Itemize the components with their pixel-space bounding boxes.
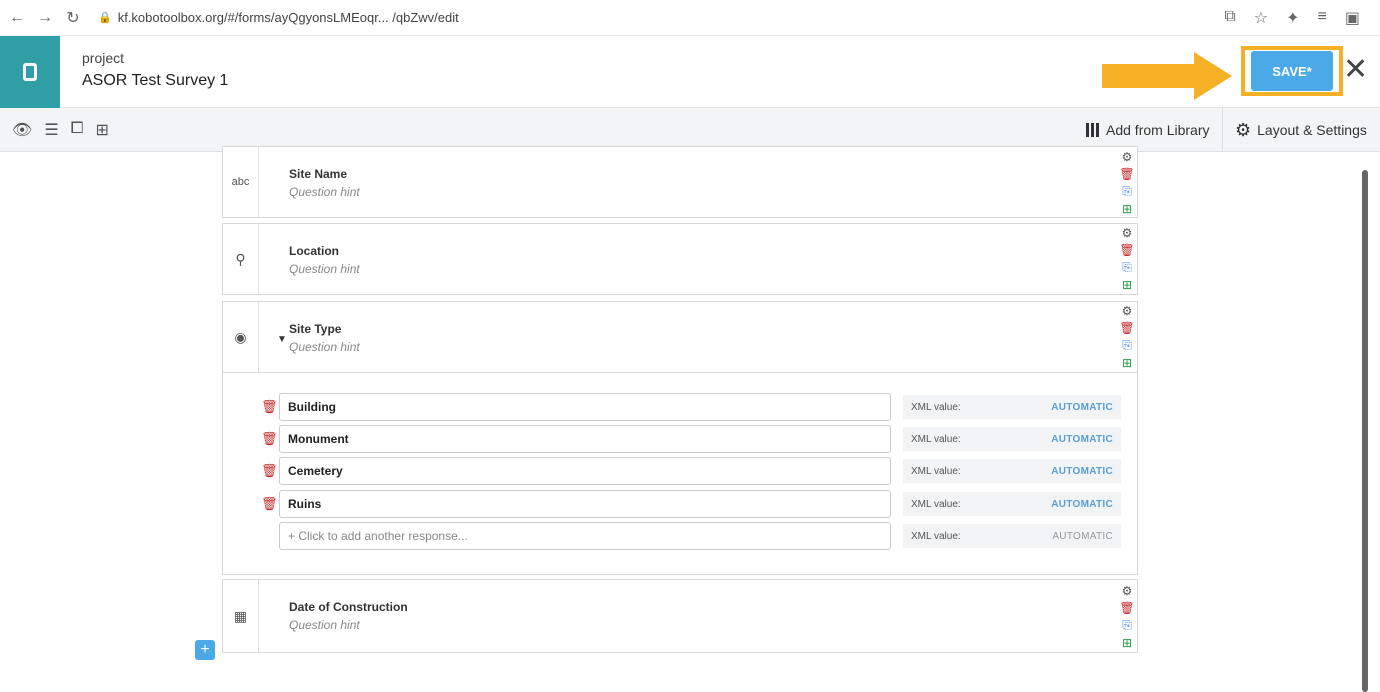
forward-icon[interactable]: →: [34, 9, 56, 27]
group-questions-icon[interactable]: ⧠: [71, 120, 84, 140]
address-bar[interactable]: 🔒 kf.kobotoolbox.org/#/forms/ayQgyonsLME…: [98, 10, 459, 25]
delete-choice-icon[interactable]: 🗑: [261, 431, 279, 447]
choice-label-input[interactable]: Ruins: [279, 490, 891, 518]
layout-settings-button[interactable]: ⚙ Layout & Settings: [1222, 108, 1367, 152]
question-label[interactable]: Location: [289, 244, 339, 258]
duplicate-icon[interactable]: ⎘: [1122, 618, 1132, 633]
calendar-icon: ▦: [223, 580, 259, 652]
project-label: project: [82, 50, 125, 66]
question-label[interactable]: Date of Construction: [289, 600, 408, 614]
back-icon[interactable]: ←: [6, 9, 28, 27]
arrow-annotation-icon: [1102, 52, 1232, 100]
delete-icon[interactable]: 🗑: [1119, 321, 1134, 335]
settings-gear-icon[interactable]: ⚙: [1122, 150, 1133, 164]
xml-value-label: XML value:: [911, 498, 961, 510]
question-hint[interactable]: Question hint: [289, 185, 360, 199]
add-choice-row: + Click to add another response... XML v…: [261, 522, 1121, 550]
form-logo-icon: [0, 36, 60, 108]
add-choice-input[interactable]: + Click to add another response...: [279, 522, 891, 550]
choice-row: 🗑 Building XML value: AUTOMATIC: [261, 393, 1121, 421]
question-row[interactable]: abc Site Name Question hint: [222, 146, 1138, 218]
collapse-caret-icon[interactable]: ▼: [277, 334, 287, 345]
project-name-input[interactable]: ASOR Test Survey 1: [82, 72, 228, 90]
question-row[interactable]: ▦ Date of Construction Question hint: [222, 579, 1138, 653]
question-hint[interactable]: Question hint: [289, 618, 360, 632]
settings-gear-icon[interactable]: ⚙: [1122, 226, 1133, 240]
reload-icon[interactable]: ↻: [62, 8, 84, 28]
choice-row: 🗑 Cemetery XML value: AUTOMATIC: [261, 457, 1121, 485]
delete-icon[interactable]: 🗑: [1119, 167, 1134, 181]
duplicate-icon[interactable]: ⎘: [1122, 184, 1132, 199]
delete-choice-icon[interactable]: 🗑: [261, 399, 279, 415]
profile-icon[interactable]: ▣: [1345, 8, 1360, 28]
layout-settings-label: Layout & Settings: [1257, 122, 1367, 138]
preview-eye-icon[interactable]: 👁: [12, 120, 32, 140]
xml-value-label: XML value:: [911, 530, 961, 542]
delete-choice-icon[interactable]: 🗑: [261, 463, 279, 479]
xml-value-field[interactable]: XML value: AUTOMATIC: [903, 459, 1121, 483]
xml-value-text: AUTOMATIC: [1051, 498, 1113, 510]
xml-value-field[interactable]: XML value: AUTOMATIC: [903, 524, 1121, 548]
choice-label-input[interactable]: Building: [279, 393, 891, 421]
add-from-library-label: Add from Library: [1106, 122, 1210, 138]
xml-value-field[interactable]: XML value: AUTOMATIC: [903, 395, 1121, 419]
close-icon[interactable]: ✕: [1343, 52, 1368, 87]
xml-value-text: AUTOMATIC: [1051, 465, 1113, 477]
share-icon[interactable]: ⧉: [1224, 8, 1235, 28]
choice-row: 🗑 Monument XML value: AUTOMATIC: [261, 425, 1121, 453]
add-to-library-icon[interactable]: ⊞: [1122, 356, 1132, 370]
bookmark-star-icon[interactable]: ☆: [1254, 8, 1268, 28]
xml-value-text: AUTOMATIC: [1052, 530, 1113, 542]
location-pin-icon: ⚲: [223, 224, 259, 294]
scrollbar[interactable]: [1362, 170, 1368, 692]
choice-row: 🗑 Ruins XML value: AUTOMATIC: [261, 490, 1121, 518]
add-to-library-icon[interactable]: ⊞: [1122, 202, 1132, 216]
choice-label-input[interactable]: Cemetery: [279, 457, 891, 485]
question-row[interactable]: ⚲ Location Question hint: [222, 223, 1138, 295]
delete-icon[interactable]: 🗑: [1119, 601, 1134, 615]
xml-value-label: XML value:: [911, 433, 961, 445]
settings-gear-icon[interactable]: ⚙: [1122, 584, 1133, 598]
settings-gear-icon[interactable]: ⚙: [1122, 304, 1133, 318]
xml-value-label: XML value:: [911, 465, 961, 477]
xml-value-text: AUTOMATIC: [1051, 433, 1113, 445]
question-hint[interactable]: Question hint: [289, 340, 360, 354]
browser-toolbar: ← → ↻ 🔒 kf.kobotoolbox.org/#/forms/ayQgy…: [0, 0, 1380, 36]
save-button[interactable]: SAVE*: [1251, 51, 1333, 91]
download-form-icon[interactable]: ⊞: [95, 120, 108, 140]
lock-icon: 🔒: [98, 12, 112, 24]
add-to-library-icon[interactable]: ⊞: [1122, 278, 1132, 292]
form-header: project ASOR Test Survey 1 SAVE* ✕: [0, 36, 1380, 108]
library-icon: [1086, 123, 1100, 137]
choice-label-input[interactable]: Monument: [279, 425, 891, 453]
queue-icon[interactable]: ≡: [1318, 8, 1327, 28]
question-actions: ⚙ 🗑 ⎘ ⊞: [1119, 584, 1134, 650]
add-to-library-icon[interactable]: ⊞: [1122, 636, 1132, 650]
duplicate-icon[interactable]: ⎘: [1122, 338, 1132, 353]
text-type-icon: abc: [223, 147, 259, 217]
select-one-radio-icon: ◉: [223, 302, 259, 372]
question-actions: ⚙ 🗑 ⎘ ⊞: [1119, 226, 1134, 292]
xml-value-field[interactable]: XML value: AUTOMATIC: [903, 492, 1121, 516]
xml-value-text: AUTOMATIC: [1051, 401, 1113, 413]
question-label[interactable]: Site Name: [289, 167, 347, 181]
question-actions: ⚙ 🗑 ⎘ ⊞: [1119, 304, 1134, 370]
choices-panel: 🗑 Building XML value: AUTOMATIC 🗑 Monume…: [222, 373, 1138, 575]
add-question-button[interactable]: +: [195, 640, 215, 660]
xml-value-field[interactable]: XML value: AUTOMATIC: [903, 427, 1121, 451]
gear-icon: ⚙: [1235, 119, 1252, 140]
question-hint[interactable]: Question hint: [289, 262, 360, 276]
xml-value-label: XML value:: [911, 401, 961, 413]
extension-icon[interactable]: ✦: [1286, 8, 1299, 28]
delete-choice-icon[interactable]: 🗑: [261, 496, 279, 512]
expand-details-icon[interactable]: ☰: [44, 120, 58, 140]
question-actions: ⚙ 🗑 ⎘ ⊞: [1119, 150, 1134, 216]
duplicate-icon[interactable]: ⎘: [1122, 260, 1132, 275]
question-label[interactable]: Site Type: [289, 322, 341, 336]
question-row[interactable]: ◉ ▼ Site Type Question hint: [222, 301, 1138, 373]
url-text: kf.kobotoolbox.org/#/forms/ayQgyonsLMEoq…: [117, 10, 459, 25]
delete-icon[interactable]: 🗑: [1119, 243, 1134, 257]
